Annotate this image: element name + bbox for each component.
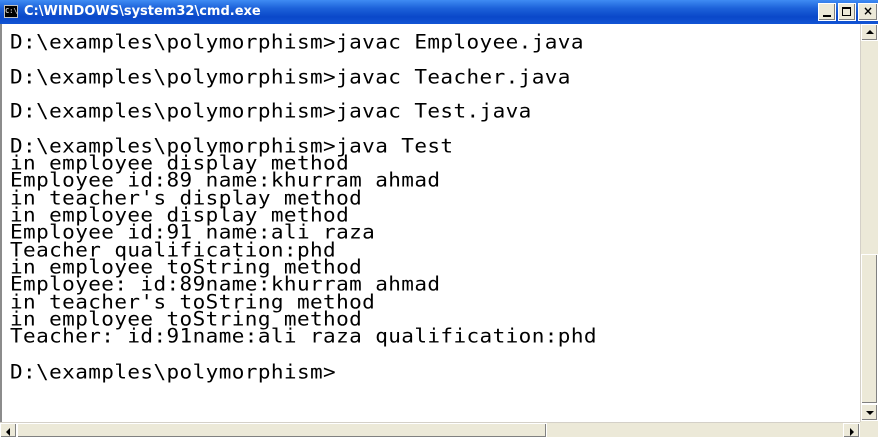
scrollbar-corner [860,422,878,437]
arrow-up-icon [866,30,874,34]
horizontal-scroll-thumb[interactable] [17,423,547,437]
close-button[interactable]: × [858,3,878,21]
title-bar[interactable]: C:\ C:\WINDOWS\system32\cmd.exe × [0,0,878,24]
horizontal-scrollbar[interactable] [0,422,860,437]
maximize-icon [842,7,851,16]
minimize-icon [823,15,831,17]
console-line: Teacher: id:91name:ali raza qualificatio… [10,325,597,348]
console-output[interactable]: D:\examples\polymorphism>javac Employee.… [0,24,860,422]
console-line: Employee id:91 name:ali raza [10,221,376,244]
scroll-right-button[interactable] [843,423,860,437]
console-line: Employee: id:89name:khurram ahmad [10,273,441,296]
minimize-button[interactable] [818,3,836,21]
window-title: C:\WINDOWS\system32\cmd.exe [24,4,261,19]
console-prompt: D:\examples\polymorphism> [10,361,337,384]
console-line: D:\examples\polymorphism>javac Teacher.j… [10,66,571,89]
console-line: D:\examples\polymorphism>javac Employee.… [10,31,584,54]
close-icon: × [862,4,874,18]
maximize-button[interactable] [838,3,856,21]
arrow-right-icon [850,428,854,436]
cmd-window: C:\ C:\WINDOWS\system32\cmd.exe × D:\exa… [0,0,878,437]
console-line: D:\examples\polymorphism>javac Test.java [10,100,532,123]
arrow-down-icon [866,411,874,415]
arrow-left-icon [6,428,10,436]
scroll-left-button[interactable] [0,423,17,437]
vertical-scroll-thumb[interactable] [861,254,878,404]
vertical-scrollbar[interactable] [860,24,878,422]
scroll-down-button[interactable] [861,404,878,421]
console-line: Employee id:89 name:khurram ahmad [10,169,441,192]
console-icon[interactable]: C:\ [4,5,18,18]
scroll-up-button[interactable] [861,24,878,41]
